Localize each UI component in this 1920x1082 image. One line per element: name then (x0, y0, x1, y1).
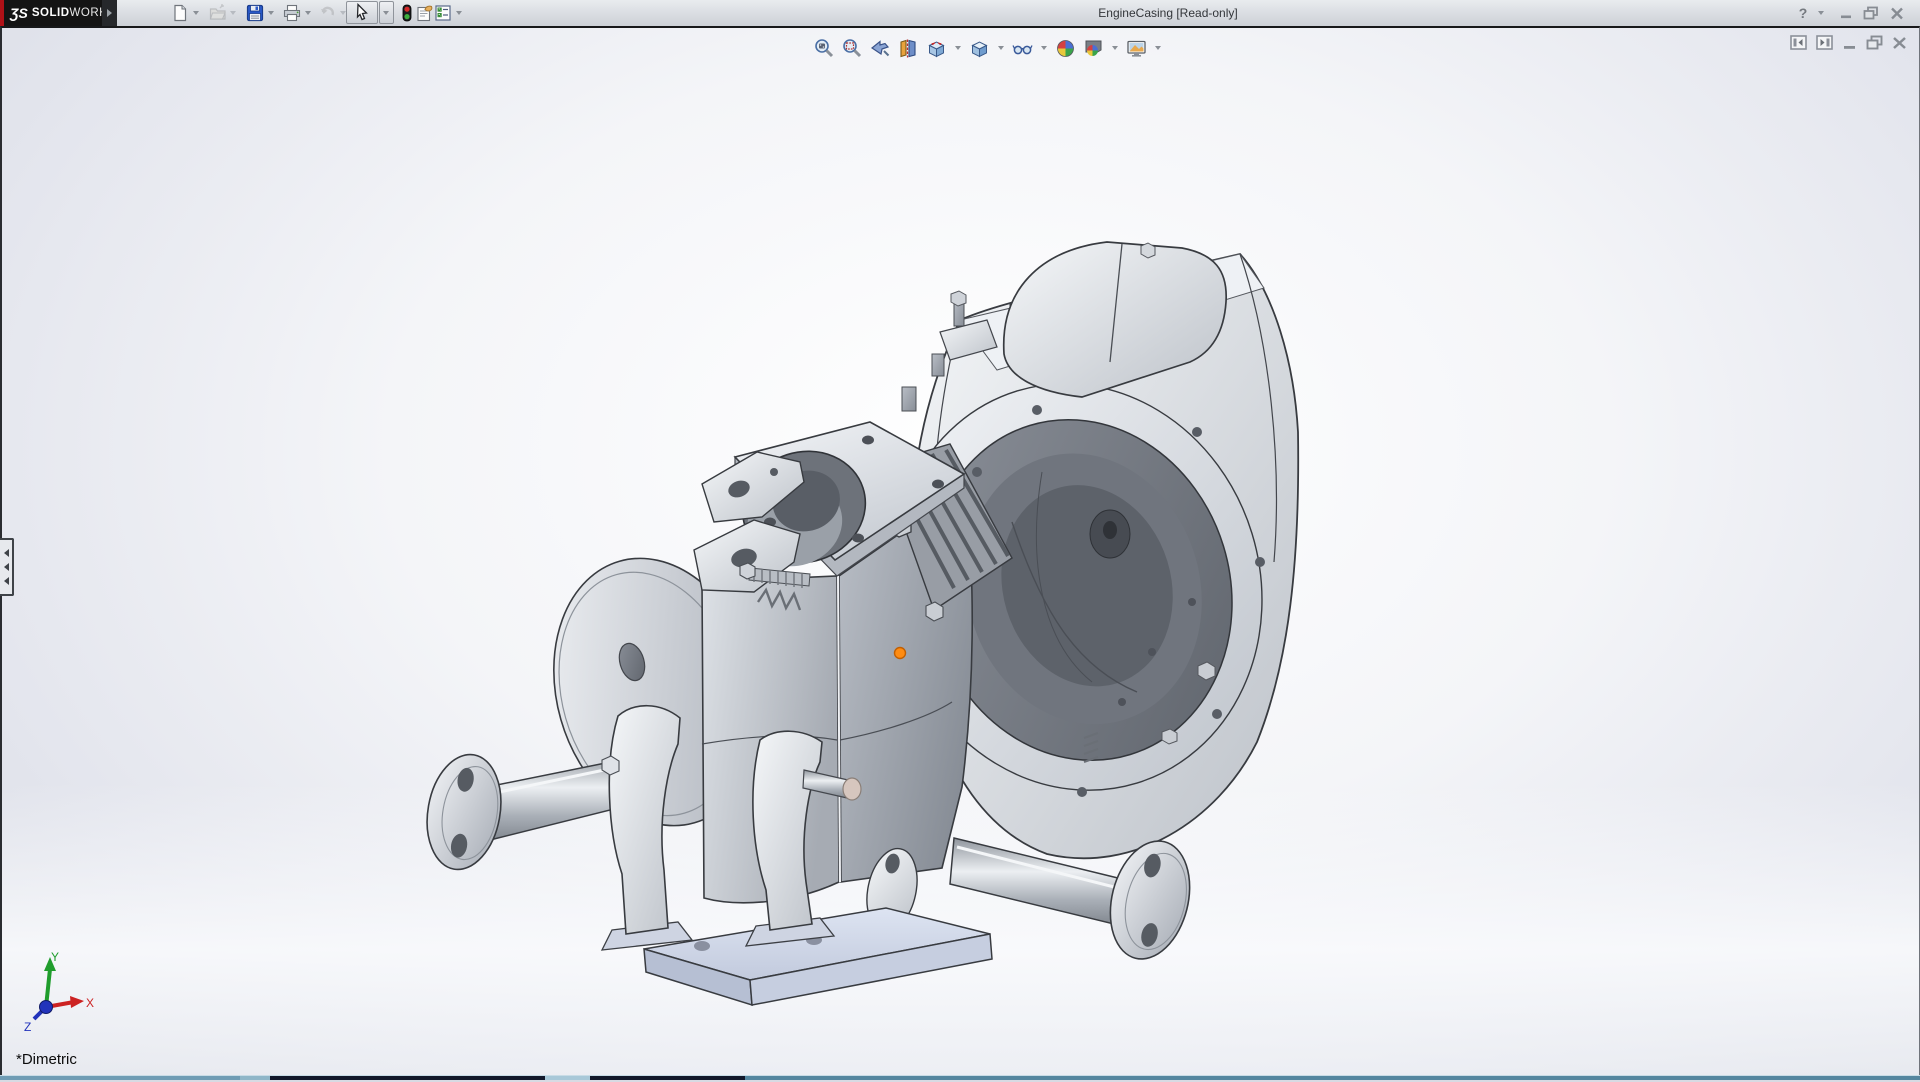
close-icon (1890, 7, 1904, 20)
dassault-3ds-glyph: ƷS (10, 5, 28, 21)
select-dropdown-arrow (383, 11, 389, 15)
menu-flyout-arrow[interactable] (102, 0, 117, 26)
options-dropdown-arrow[interactable] (456, 11, 462, 15)
triad-x-label: X (86, 996, 94, 1010)
save-button[interactable] (246, 4, 264, 22)
help-dropdown-arrow[interactable] (1818, 11, 1824, 15)
flyout-arrow-icon (107, 9, 112, 17)
restore-icon (1863, 6, 1879, 20)
select-cursor-icon (353, 3, 371, 21)
open-dropdown-arrow[interactable] (230, 11, 236, 15)
minimize-button[interactable] (1838, 5, 1854, 21)
minimize-icon (1839, 6, 1853, 20)
new-document-button[interactable] (171, 4, 189, 22)
view-orientation-label: *Dimetric (16, 1051, 77, 1068)
print-button[interactable] (283, 4, 301, 22)
taskbar-segment (545, 1076, 590, 1080)
taskbar-segment (590, 1076, 745, 1080)
taskbar-segment (0, 1076, 240, 1080)
open-button[interactable] (209, 4, 227, 22)
brand-name-bold: SOLID (32, 7, 70, 19)
window-title: EngineCasing [Read-only] (1098, 6, 1237, 20)
graphics-viewport[interactable]: Y X Z *Dimetric (0, 26, 1920, 1075)
taskbar-edge-strip (0, 1075, 1920, 1080)
close-button[interactable] (1888, 5, 1906, 21)
new-dropdown-arrow[interactable] (193, 11, 199, 15)
taskbar-segment (240, 1076, 270, 1080)
triad-z-label: Z (24, 1020, 31, 1034)
help-button[interactable]: ? (1796, 5, 1810, 21)
restore-button[interactable] (1862, 5, 1880, 21)
logo-red-stripe (0, 0, 4, 26)
reference-triad: Y X Z (10, 951, 96, 1043)
save-dropdown-arrow[interactable] (268, 11, 274, 15)
file-properties-button[interactable] (416, 4, 434, 22)
model-engine-casing[interactable] (2, 28, 1920, 1082)
taskbar-segment (270, 1076, 545, 1080)
origin-marker[interactable] (895, 648, 906, 659)
triad-y-label: Y (51, 951, 59, 964)
options-button[interactable] (434, 4, 452, 22)
help-icon: ? (1799, 5, 1808, 21)
title-bar: ƷS SOLIDWORKS (0, 0, 1920, 26)
print-dropdown-arrow[interactable] (305, 11, 311, 15)
solidworks-logo: ƷS SOLIDWORKS (0, 0, 102, 26)
taskbar-segment (745, 1076, 1920, 1080)
undo-button[interactable] (319, 4, 337, 22)
rebuild-button[interactable] (398, 4, 416, 22)
